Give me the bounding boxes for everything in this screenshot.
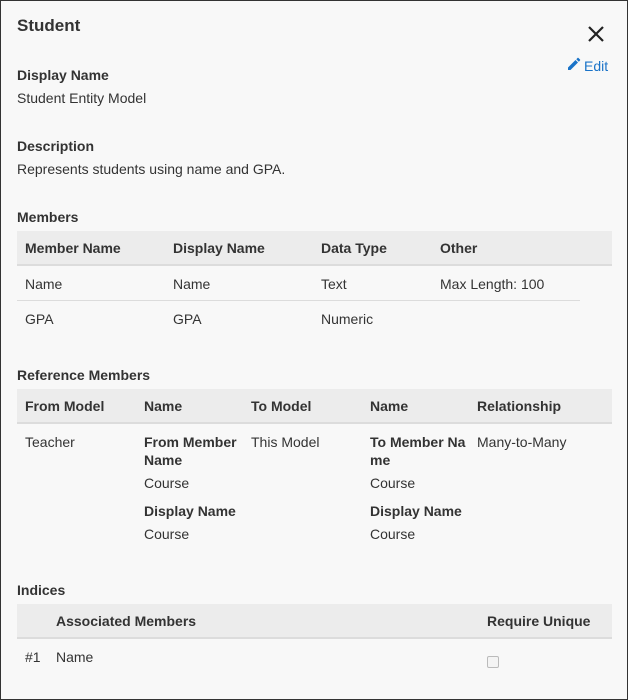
reference-members-table-header: From Model Name To Model Name Relationsh…	[17, 389, 612, 424]
dialog-title: Student	[17, 16, 81, 35]
column-header-from-name: Name	[144, 398, 183, 414]
column-header-from-model: From Model	[25, 398, 105, 414]
column-header-relationship: Relationship	[477, 398, 562, 414]
column-header-data-type: Data Type	[321, 240, 387, 256]
close-icon[interactable]	[585, 23, 607, 45]
to-member-name-value: Course	[370, 475, 416, 491]
cell-from-model: Teacher	[25, 434, 75, 450]
require-unique-checkbox[interactable]	[487, 656, 499, 668]
to-display-name-label: Display Name	[370, 503, 462, 519]
cell-other: Max Length: 100	[440, 276, 545, 292]
column-header-other: Other	[440, 240, 478, 256]
column-header-display-name: Display Name	[173, 240, 265, 256]
table-row: #1 Name	[17, 639, 612, 679]
indices-table-header: Associated Members Require Unique	[17, 604, 612, 639]
to-member-name-label: To Member Na me	[370, 434, 466, 468]
from-display-name-value: Course	[144, 526, 190, 542]
table-row: GPA GPA Numeric	[17, 301, 612, 336]
indices-table: Associated Members Require Unique #1 Nam…	[17, 604, 612, 679]
cell-member-name: Name	[25, 276, 63, 292]
cell-display-name: Name	[173, 276, 211, 292]
column-header-to-model: To Model	[251, 398, 312, 414]
cell-data-type: Numeric	[321, 311, 374, 327]
cell-index-number: #1	[25, 649, 41, 665]
column-header-associated-members: Associated Members	[56, 613, 197, 629]
from-member-name-value: Course	[144, 475, 190, 491]
student-dialog: Student Edit Display Name Student Entity…	[0, 0, 628, 700]
members-label: Members	[17, 209, 79, 225]
column-header-require-unique: Require Unique	[487, 613, 591, 629]
table-row: Name Name Text Max Length: 100	[17, 266, 612, 301]
indices-label: Indices	[17, 582, 66, 598]
reference-members-table: From Model Name To Model Name Relationsh…	[17, 389, 612, 584]
column-header-to-name: Name	[370, 398, 409, 414]
reference-members-label: Reference Members	[17, 367, 151, 383]
to-display-name-value: Course	[370, 526, 416, 542]
cell-associated-members: Name	[56, 649, 94, 665]
cell-member-name: GPA	[25, 311, 54, 327]
cell-relationship: Many-to-Many	[477, 434, 567, 450]
members-table: Member Name Display Name Data Type Other…	[17, 231, 612, 336]
cell-to-model: This Model	[251, 434, 320, 450]
table-row: Teacher From Member Name Course Display …	[17, 424, 612, 584]
members-table-header: Member Name Display Name Data Type Other	[17, 231, 612, 266]
display-name-value: Student Entity Model	[17, 90, 147, 106]
description-label: Description	[17, 138, 95, 154]
description-value: Represents students using name and GPA.	[17, 161, 286, 177]
edit-label: Edit	[584, 57, 609, 74]
column-header-member-name: Member Name	[25, 240, 121, 256]
pencil-icon	[567, 57, 584, 74]
cell-data-type: Text	[321, 276, 347, 292]
from-member-name-label: From Member Name	[144, 434, 237, 468]
edit-button[interactable]: Edit	[567, 57, 608, 74]
from-display-name-label: Display Name	[144, 503, 236, 519]
display-name-label: Display Name	[17, 67, 109, 83]
cell-display-name: GPA	[173, 311, 202, 327]
